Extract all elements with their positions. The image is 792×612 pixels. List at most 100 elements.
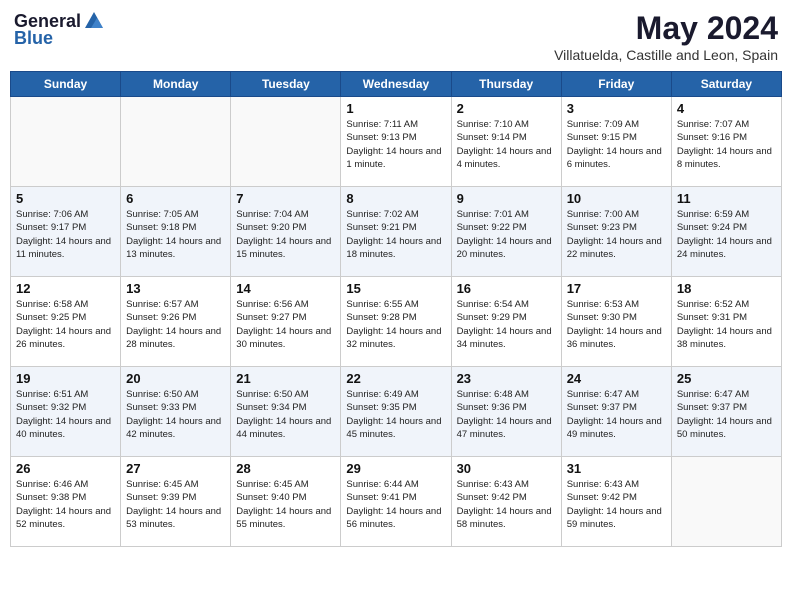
cell-date: 8: [346, 191, 445, 206]
cell-date: 6: [126, 191, 225, 206]
cell-info: Sunrise: 6:49 AMSunset: 9:35 PMDaylight:…: [346, 388, 445, 441]
cell-info: Sunrise: 6:48 AMSunset: 9:36 PMDaylight:…: [457, 388, 556, 441]
cell-date: 20: [126, 371, 225, 386]
cell-info: Sunrise: 7:09 AMSunset: 9:15 PMDaylight:…: [567, 118, 666, 171]
calendar-cell: 25 Sunrise: 6:47 AMSunset: 9:37 PMDayligh…: [671, 367, 781, 457]
calendar-cell: 9Sunrise: 7:01 AMSunset: 9:22 PMDaylight…: [451, 187, 561, 277]
cell-info: Sunrise: 6:50 AMSunset: 9:34 PMDaylight:…: [236, 388, 335, 441]
calendar-cell: [671, 457, 781, 547]
calendar-cell: 3 Sunrise: 7:09 AMSunset: 9:15 PMDaylight…: [561, 97, 671, 187]
cell-info: Sunrise: 6:44 AMSunset: 9:41 PMDaylight:…: [346, 478, 445, 531]
cell-date: 22: [346, 371, 445, 386]
logo-icon: [83, 10, 105, 32]
cell-info: Sunrise: 6:50 AMSunset: 9:33 PMDaylight:…: [126, 388, 225, 441]
cell-date: 17: [567, 281, 666, 296]
cell-info: Sunrise: 6:47 AMSunset: 9:37 PMDaylight:…: [567, 388, 666, 441]
calendar-cell: 21 Sunrise: 6:50 AMSunset: 9:34 PMDayligh…: [231, 367, 341, 457]
calendar-cell: 6 Sunrise: 7:05 AMSunset: 9:18 PMDaylight…: [121, 187, 231, 277]
cell-info: Sunrise: 6:43 AMSunset: 9:42 PMDaylight:…: [567, 478, 666, 531]
cell-info: Sunrise: 7:07 AMSunset: 9:16 PMDaylight:…: [677, 118, 776, 171]
calendar-cell: 30 Sunrise: 6:43 AMSunset: 9:42 PMDayligh…: [451, 457, 561, 547]
calendar-cell: 27 Sunrise: 6:45 AMSunset: 9:39 PMDayligh…: [121, 457, 231, 547]
calendar-cell: 2 Sunrise: 7:10 AMSunset: 9:14 PMDaylight…: [451, 97, 561, 187]
cell-info: Sunrise: 6:58 AMSunset: 9:25 PMDaylight:…: [16, 298, 115, 351]
cell-date: 24: [567, 371, 666, 386]
cell-info: Sunrise: 7:11 AMSunset: 9:13 PMDaylight:…: [346, 118, 445, 171]
day-header-saturday: Saturday: [671, 72, 781, 97]
cell-date: 16: [457, 281, 556, 296]
cell-date: 13: [126, 281, 225, 296]
cell-date: 19: [16, 371, 115, 386]
calendar-cell: 16 Sunrise: 6:54 AMSunset: 9:29 PMDayligh…: [451, 277, 561, 367]
cell-date: 12: [16, 281, 115, 296]
cell-info: Sunrise: 6:45 AMSunset: 9:39 PMDaylight:…: [126, 478, 225, 531]
cell-date: 5: [16, 191, 115, 206]
calendar-cell: [121, 97, 231, 187]
day-header-tuesday: Tuesday: [231, 72, 341, 97]
cell-info: Sunrise: 6:45 AMSunset: 9:40 PMDaylight:…: [236, 478, 335, 531]
calendar-cell: 10 Sunrise: 7:00 AMSunset: 9:23 PMDayligh…: [561, 187, 671, 277]
cell-date: 1: [346, 101, 445, 116]
calendar-cell: 8 Sunrise: 7:02 AMSunset: 9:21 PMDaylight…: [341, 187, 451, 277]
cell-date: 31: [567, 461, 666, 476]
cell-date: 23: [457, 371, 556, 386]
calendar-cell: 11 Sunrise: 6:59 AMSunset: 9:24 PMDayligh…: [671, 187, 781, 277]
calendar-week-5: 26 Sunrise: 6:46 AMSunset: 9:38 PMDayligh…: [11, 457, 782, 547]
calendar-cell: [11, 97, 121, 187]
cell-info: Sunrise: 6:59 AMSunset: 9:24 PMDaylight:…: [677, 208, 776, 261]
calendar-cell: 1 Sunrise: 7:11 AMSunset: 9:13 PMDaylight…: [341, 97, 451, 187]
cell-info: Sunrise: 7:00 AMSunset: 9:23 PMDaylight:…: [567, 208, 666, 261]
calendar-cell: 18Sunrise: 6:52 AMSunset: 9:31 PMDayligh…: [671, 277, 781, 367]
cell-info: Sunrise: 6:53 AMSunset: 9:30 PMDaylight:…: [567, 298, 666, 351]
cell-info: Sunrise: 7:10 AMSunset: 9:14 PMDaylight:…: [457, 118, 556, 171]
calendar-cell: 22 Sunrise: 6:49 AMSunset: 9:35 PMDayligh…: [341, 367, 451, 457]
logo-blue-text: Blue: [14, 28, 53, 49]
location-title: Villatuelda, Castille and Leon, Spain: [554, 47, 778, 63]
cell-info: Sunrise: 6:43 AMSunset: 9:42 PMDaylight:…: [457, 478, 556, 531]
cell-date: 11: [677, 191, 776, 206]
calendar-cell: 13 Sunrise: 6:57 AMSunset: 9:26 PMDayligh…: [121, 277, 231, 367]
calendar-cell: 20 Sunrise: 6:50 AMSunset: 9:33 PMDayligh…: [121, 367, 231, 457]
cell-info: Sunrise: 6:55 AMSunset: 9:28 PMDaylight:…: [346, 298, 445, 351]
cell-date: 4: [677, 101, 776, 116]
cell-date: 27: [126, 461, 225, 476]
page-header: General Blue May 2024 Villatuelda, Casti…: [10, 10, 782, 63]
cell-info: Sunrise: 6:47 AMSunset: 9:37 PMDaylight:…: [677, 388, 776, 441]
cell-info: Sunrise: 6:57 AMSunset: 9:26 PMDaylight:…: [126, 298, 225, 351]
cell-date: 28: [236, 461, 335, 476]
calendar-cell: 7 Sunrise: 7:04 AMSunset: 9:20 PMDaylight…: [231, 187, 341, 277]
calendar-week-4: 19 Sunrise: 6:51 AMSunset: 9:32 PMDayligh…: [11, 367, 782, 457]
calendar-cell: 14Sunrise: 6:56 AMSunset: 9:27 PMDayligh…: [231, 277, 341, 367]
day-header-wednesday: Wednesday: [341, 72, 451, 97]
calendar-cell: 5Sunrise: 7:06 AMSunset: 9:17 PMDaylight…: [11, 187, 121, 277]
calendar-cell: 31 Sunrise: 6:43 AMSunset: 9:42 PMDayligh…: [561, 457, 671, 547]
cell-date: 26: [16, 461, 115, 476]
cell-date: 10: [567, 191, 666, 206]
cell-date: 21: [236, 371, 335, 386]
cell-info: Sunrise: 6:46 AMSunset: 9:38 PMDaylight:…: [16, 478, 115, 531]
cell-info: Sunrise: 6:56 AMSunset: 9:27 PMDaylight:…: [236, 298, 335, 351]
cell-date: 25: [677, 371, 776, 386]
cell-info: Sunrise: 6:51 AMSunset: 9:32 PMDaylight:…: [16, 388, 115, 441]
title-block: May 2024 Villatuelda, Castille and Leon,…: [554, 10, 778, 63]
cell-date: 3: [567, 101, 666, 116]
calendar-cell: 24 Sunrise: 6:47 AMSunset: 9:37 PMDayligh…: [561, 367, 671, 457]
cell-date: 9: [457, 191, 556, 206]
cell-date: 15: [346, 281, 445, 296]
cell-date: 18: [677, 281, 776, 296]
cell-info: Sunrise: 6:54 AMSunset: 9:29 PMDaylight:…: [457, 298, 556, 351]
calendar-cell: 28 Sunrise: 6:45 AMSunset: 9:40 PMDayligh…: [231, 457, 341, 547]
header-row: SundayMondayTuesdayWednesdayThursdayFrid…: [11, 72, 782, 97]
calendar-week-3: 12 Sunrise: 6:58 AMSunset: 9:25 PMDayligh…: [11, 277, 782, 367]
cell-info: Sunrise: 7:02 AMSunset: 9:21 PMDaylight:…: [346, 208, 445, 261]
calendar-cell: 26 Sunrise: 6:46 AMSunset: 9:38 PMDayligh…: [11, 457, 121, 547]
cell-date: 29: [346, 461, 445, 476]
cell-date: 2: [457, 101, 556, 116]
cell-info: Sunrise: 7:05 AMSunset: 9:18 PMDaylight:…: [126, 208, 225, 261]
cell-date: 7: [236, 191, 335, 206]
day-header-sunday: Sunday: [11, 72, 121, 97]
day-header-friday: Friday: [561, 72, 671, 97]
cell-info: Sunrise: 7:04 AMSunset: 9:20 PMDaylight:…: [236, 208, 335, 261]
calendar-table: SundayMondayTuesdayWednesdayThursdayFrid…: [10, 71, 782, 547]
cell-date: 30: [457, 461, 556, 476]
